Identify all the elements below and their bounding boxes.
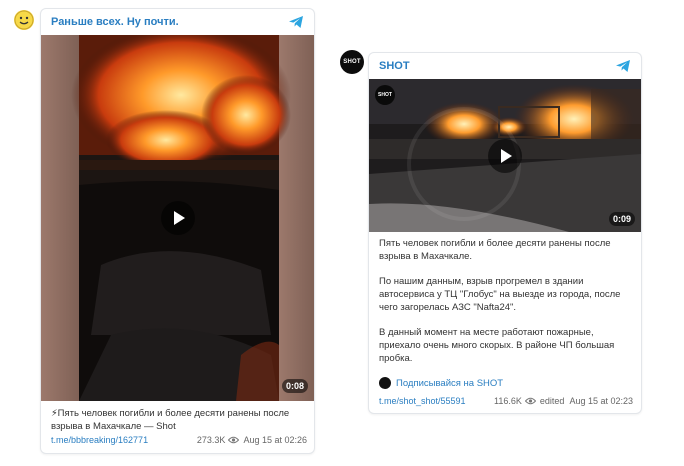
post-date[interactable]: Aug 15 at 02:23 xyxy=(569,396,633,406)
channel-avatar[interactable] xyxy=(14,10,34,30)
caption-line: По нашим данным, взрыв прогремел в здани… xyxy=(379,276,584,287)
video-thumbnail[interactable]: 0:08 xyxy=(41,35,314,401)
video-watermark-logo: SHOT xyxy=(375,85,395,105)
smiley-icon xyxy=(14,10,34,30)
caption-line: взрыва в Махачкале — Shot xyxy=(51,421,176,432)
play-icon xyxy=(501,149,512,163)
channel-avatar[interactable]: SHOT xyxy=(340,50,364,74)
video-duration: 0:08 xyxy=(282,379,309,393)
avatar-label: SHOT xyxy=(343,59,361,65)
caption-line: пробка. xyxy=(379,353,413,364)
edited-label: edited xyxy=(539,396,565,406)
subscribe-row[interactable]: Подписывайся на SHOT xyxy=(379,377,503,389)
post-footer: t.me/shot_shot/55591 116.6K edited Aug 1… xyxy=(379,396,633,406)
post-link[interactable]: t.me/shot_shot/55591 xyxy=(379,396,466,406)
caption-line: чего загорелась АЗС "Nafta24". xyxy=(379,302,517,313)
watermark-text: SHOT xyxy=(378,92,392,98)
subscribe-badge-icon xyxy=(379,377,391,389)
play-button[interactable] xyxy=(161,201,195,235)
post-header: SHOT xyxy=(369,53,641,79)
eye-icon xyxy=(228,436,240,444)
view-count: 273.3K xyxy=(196,435,226,445)
play-button[interactable] xyxy=(488,139,522,173)
post-card: Раньше всех. Ну почти. 0:08 ⚡Пять челове… xyxy=(40,8,315,454)
channel-name[interactable]: Раньше всех. Ну почти. xyxy=(51,16,179,28)
post-header: Раньше всех. Ну почти. xyxy=(41,9,314,35)
caption-line: взрыва в Махачкале. xyxy=(379,251,473,262)
caption-line: Пять человек погибли и более десяти ране… xyxy=(379,238,611,249)
post-caption: Пять человек погибли и более десяти ране… xyxy=(379,237,637,365)
post-card: SHOT SHOT 0:09 Пять человек погибли и бо… xyxy=(368,52,642,414)
caption-line: В данный момент на месте работают пожарн… xyxy=(379,327,594,338)
play-icon xyxy=(174,211,185,225)
post-footer: t.me/bbbreaking/162771 273.3K Aug 15 at … xyxy=(51,435,307,445)
eye-icon xyxy=(524,397,536,405)
channel-name[interactable]: SHOT xyxy=(379,60,410,72)
subscribe-link[interactable]: Подписывайся на SHOT xyxy=(396,378,503,389)
caption-line: приехало очень много скорых. В районе ЧП… xyxy=(379,340,615,351)
video-thumbnail[interactable]: SHOT 0:09 xyxy=(369,79,641,232)
view-count: 116.6K xyxy=(494,396,522,406)
video-duration: 0:09 xyxy=(609,212,636,226)
post-link[interactable]: t.me/bbbreaking/162771 xyxy=(51,435,148,445)
caption-line: ⚡Пять человек погибли и более десяти ран… xyxy=(51,408,290,419)
caption-line: автосервиса у ТЦ "Глобус" на выезде из г… xyxy=(379,289,621,300)
telegram-icon[interactable] xyxy=(615,58,631,74)
telegram-icon[interactable] xyxy=(288,14,304,30)
post-date[interactable]: Aug 15 at 02:26 xyxy=(243,435,307,445)
post-caption: ⚡Пять человек погибли и более десяти ран… xyxy=(51,407,311,433)
